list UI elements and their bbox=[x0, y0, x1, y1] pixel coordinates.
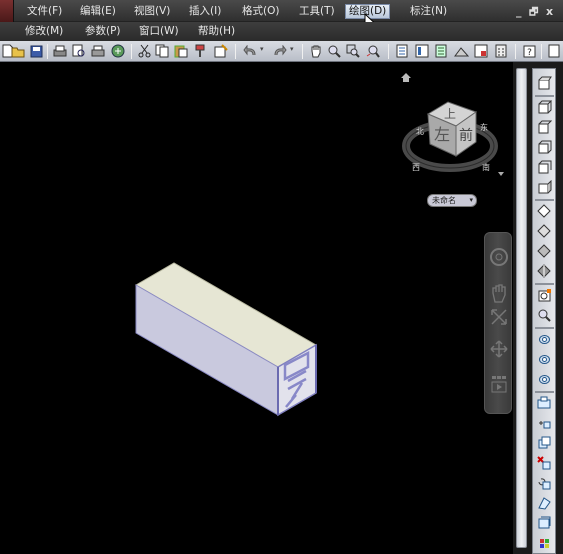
3d-delete-icon[interactable] bbox=[536, 455, 553, 472]
sphere-icon[interactable] bbox=[536, 159, 553, 176]
sweep-icon[interactable] bbox=[536, 243, 553, 260]
revolve-icon[interactable] bbox=[536, 223, 553, 240]
viewcube-front-face[interactable]: 前 bbox=[459, 127, 473, 144]
svg-text:?: ? bbox=[527, 48, 532, 58]
tool-palettes-icon[interactable] bbox=[433, 43, 449, 59]
help-icon[interactable]: ? bbox=[521, 43, 537, 59]
loft-icon[interactable] bbox=[536, 263, 553, 280]
menu-format[interactable]: 格式(O) bbox=[239, 4, 282, 19]
close-button[interactable]: x bbox=[546, 5, 553, 18]
3d-rotate-icon[interactable] bbox=[536, 415, 553, 432]
3d-move-icon[interactable] bbox=[536, 395, 553, 412]
calculator-icon[interactable] bbox=[493, 43, 509, 59]
extrude-icon[interactable] bbox=[536, 203, 553, 220]
toolbar-overflow-icon[interactable] bbox=[546, 43, 562, 59]
showmotion-icon[interactable] bbox=[487, 373, 511, 397]
open-icon[interactable] bbox=[10, 43, 26, 59]
modeling-toolbar bbox=[532, 68, 556, 554]
zoom-realtime-icon[interactable] bbox=[326, 43, 342, 59]
redo-icon[interactable] bbox=[272, 43, 288, 59]
zoom-icon[interactable] bbox=[487, 305, 511, 329]
presspull-icon[interactable] bbox=[536, 287, 553, 304]
compass-west[interactable]: 西 bbox=[412, 163, 420, 172]
3d-print-icon[interactable] bbox=[110, 43, 126, 59]
pan-hand-icon[interactable] bbox=[487, 281, 511, 305]
pan-icon[interactable] bbox=[308, 43, 324, 59]
flatshot-icon[interactable] bbox=[536, 535, 553, 552]
viewcube-menu-arrow-icon[interactable] bbox=[498, 172, 504, 176]
save-icon[interactable] bbox=[28, 43, 44, 59]
intersect-icon[interactable] bbox=[536, 371, 553, 388]
3d-array-icon[interactable] bbox=[536, 475, 553, 492]
menu-file[interactable]: 文件(F) bbox=[24, 4, 65, 19]
menu-dimension[interactable]: 标注(N) bbox=[407, 4, 450, 19]
block-editor-icon[interactable] bbox=[213, 43, 229, 59]
menu-bar: 文件(F) 编辑(E) 视图(V) 插入(I) 格式(O) 工具(T) 绘图(D… bbox=[0, 0, 563, 22]
print-icon[interactable] bbox=[52, 43, 68, 59]
compass-east[interactable]: 东 bbox=[480, 122, 488, 132]
3d-align-icon[interactable] bbox=[536, 435, 553, 452]
chevron-down-icon: ▾ bbox=[469, 196, 473, 204]
wcs-menu[interactable]: 未命名 ▾ bbox=[427, 194, 477, 207]
union-icon[interactable] bbox=[536, 331, 553, 348]
match-properties-icon[interactable] bbox=[193, 43, 209, 59]
viewcube-left-face[interactable]: 左 bbox=[434, 125, 450, 144]
polysolid-icon[interactable] bbox=[536, 75, 553, 92]
compass-south[interactable]: 南 bbox=[482, 162, 490, 172]
cut-icon[interactable] bbox=[136, 43, 152, 59]
viewcube-top-face[interactable]: 上 bbox=[444, 107, 456, 121]
viewcube-home-icon[interactable] bbox=[400, 72, 412, 83]
section-plane-icon[interactable] bbox=[536, 515, 553, 532]
restore-button[interactable]: 🗗 bbox=[529, 5, 538, 22]
zoom-previous-icon[interactable] bbox=[365, 43, 381, 59]
menu-tools[interactable]: 工具(T) bbox=[296, 4, 338, 19]
viewcube[interactable]: 上 左 前 北 东 西 南 bbox=[398, 96, 508, 188]
menu-parametric[interactable]: 参数(P) bbox=[82, 24, 124, 39]
publish-icon[interactable] bbox=[90, 43, 106, 59]
properties-icon[interactable] bbox=[394, 43, 410, 59]
paste-icon[interactable] bbox=[173, 43, 189, 59]
undo-icon[interactable] bbox=[242, 43, 258, 59]
steering-wheel-icon[interactable] bbox=[487, 245, 511, 269]
navigation-bar bbox=[484, 232, 512, 414]
sheet-set-icon[interactable] bbox=[453, 43, 469, 59]
slice-icon[interactable] bbox=[536, 495, 553, 512]
cone-icon[interactable] bbox=[536, 139, 553, 156]
menu-window[interactable]: 窗口(W) bbox=[136, 24, 182, 39]
markup-icon[interactable] bbox=[473, 43, 489, 59]
design-center-icon[interactable] bbox=[414, 43, 430, 59]
standard-toolbar: ▾ ▾ ? bbox=[0, 41, 563, 62]
menu-view[interactable]: 视图(V) bbox=[131, 4, 173, 19]
vertical-scrollbar[interactable] bbox=[516, 68, 527, 548]
orbit-icon[interactable] bbox=[487, 337, 511, 361]
compass-north[interactable]: 北 bbox=[416, 127, 424, 136]
cylinder-icon[interactable] bbox=[536, 179, 553, 196]
zoom-window-icon[interactable] bbox=[345, 43, 361, 59]
menu-edit[interactable]: 编辑(E) bbox=[77, 4, 119, 19]
menu-insert[interactable]: 插入(I) bbox=[186, 4, 224, 19]
minimize-button[interactable]: _ bbox=[516, 5, 522, 18]
plot-preview-icon[interactable] bbox=[71, 43, 87, 59]
menu-help[interactable]: 帮助(H) bbox=[195, 24, 238, 39]
box-icon[interactable] bbox=[536, 99, 553, 116]
menu-bar-secondary: 修改(M) 参数(P) 窗口(W) 帮助(H) bbox=[0, 22, 563, 41]
subtract-icon[interactable] bbox=[536, 351, 553, 368]
wcs-label: 未命名 bbox=[432, 196, 456, 205]
copy-icon[interactable] bbox=[154, 43, 170, 59]
menu-modify[interactable]: 修改(M) bbox=[22, 24, 66, 39]
wedge-icon[interactable] bbox=[536, 119, 553, 136]
application-icon[interactable] bbox=[0, 0, 14, 22]
3d-model-box[interactable] bbox=[130, 255, 330, 425]
helix-icon[interactable] bbox=[536, 307, 553, 324]
